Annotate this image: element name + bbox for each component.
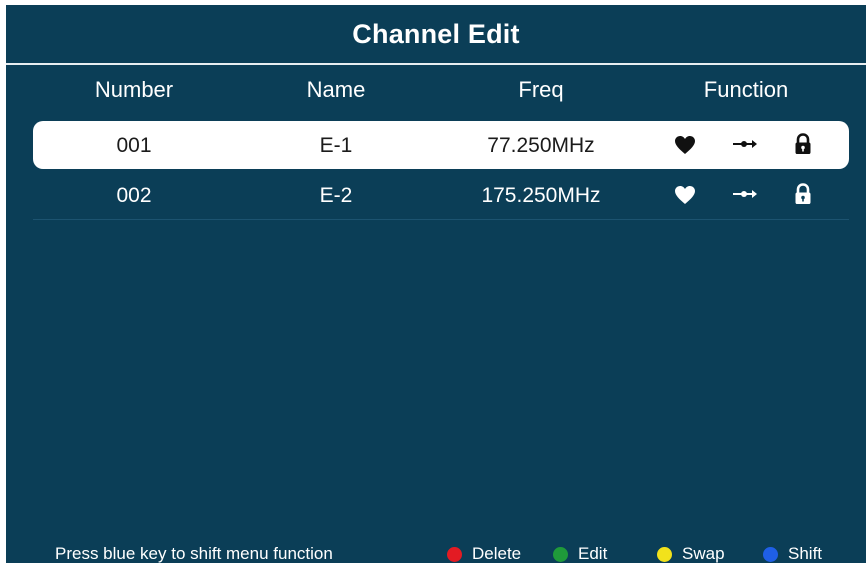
shift-key[interactable]: Shift <box>763 544 822 564</box>
column-header-freq: Freq <box>518 77 564 102</box>
edit-key[interactable]: Edit <box>553 544 607 564</box>
page-title: Channel Edit <box>352 18 520 49</box>
channel-freq: 77.250MHz <box>487 134 595 157</box>
lock-icon[interactable] <box>793 183 815 204</box>
swap-key-label: Swap <box>682 544 725 563</box>
title-divider <box>6 63 866 65</box>
table-header: Number Name Freq Function <box>6 77 866 111</box>
channel-edit-panel: Channel Edit Number Name Freq Function 0… <box>6 5 866 563</box>
shift-key-label: Shift <box>788 544 823 563</box>
blue-key-icon <box>763 546 778 562</box>
edit-key-label: Edit <box>578 544 608 563</box>
swap-key[interactable]: Swap <box>657 544 725 564</box>
skip-arrow-icon[interactable] <box>732 186 758 206</box>
column-header-function: Function <box>703 77 789 102</box>
channel-name: E-2 <box>319 184 353 207</box>
channel-name: E-1 <box>319 134 353 157</box>
column-header-name: Name <box>306 77 366 102</box>
skip-arrow-icon[interactable] <box>732 136 758 156</box>
channel-row[interactable]: 002 E-2 175.250MHz <box>33 171 849 219</box>
yellow-key-icon <box>657 546 672 562</box>
row-divider <box>33 219 849 220</box>
lock-icon[interactable] <box>793 133 815 154</box>
red-key-icon <box>447 546 462 562</box>
channel-freq: 175.250MHz <box>481 184 601 207</box>
delete-key[interactable]: Delete <box>447 544 521 564</box>
column-header-number: Number <box>94 77 174 102</box>
favorite-heart-icon[interactable] <box>674 135 696 155</box>
green-key-icon <box>553 546 568 562</box>
channel-number: 002 <box>116 184 152 207</box>
footer-hint: Press blue key to shift menu function <box>55 544 333 563</box>
footer-bar: Press blue key to shift menu function De… <box>6 541 866 563</box>
channel-row-selected[interactable]: 001 E-1 77.250MHz <box>33 121 849 169</box>
favorite-heart-icon[interactable] <box>674 185 696 205</box>
delete-key-label: Delete <box>472 544 522 563</box>
channel-number: 001 <box>116 134 152 157</box>
